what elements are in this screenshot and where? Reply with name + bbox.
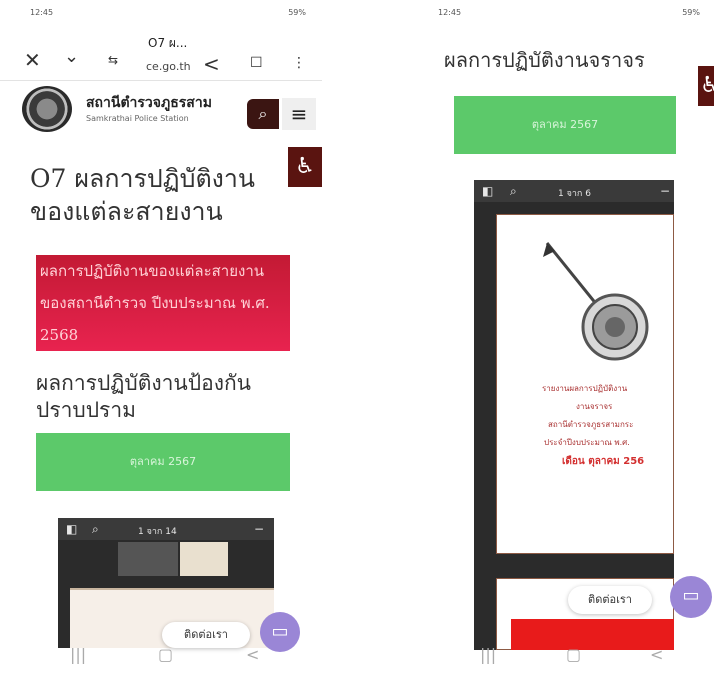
pdf-toolbar: ◧ ⌕ 1 จาก 14 −	[58, 518, 274, 540]
chevron-down-icon[interactable]: ⌄	[64, 48, 79, 66]
page-title: O7 ผลการปฏิบัติงานของแต่ละสายงาน	[30, 164, 256, 226]
home-icon[interactable]: ▢	[158, 645, 173, 664]
close-icon[interactable]: ✕	[24, 50, 41, 70]
wheelchair-icon: ♿	[295, 154, 315, 179]
chat-button[interactable]: ▭	[670, 576, 712, 618]
pdf-viewer[interactable]: ◧ ⌕ 1 จาก 6 −	[474, 180, 674, 650]
recents-icon[interactable]: |||	[480, 645, 496, 664]
right-phone-screen: 12:45 59% ผลการปฏิบัติงานจราจร ♿ ตุลาคม …	[422, 0, 714, 675]
pdf-page-indicator[interactable]: 1 จาก 6	[558, 186, 591, 200]
section-heading: ผลการปฏิบัติงานป้องกันปราบปราม	[36, 371, 252, 422]
pdf-page-indicator[interactable]: 1 จาก 14	[138, 524, 177, 538]
toolbar-divider	[0, 80, 322, 81]
month-button[interactable]: ตุลาคม 2567	[454, 96, 676, 154]
doc-line: สถานีตำรวจภูธรสามกระ	[548, 420, 634, 429]
bookmark-icon[interactable]: ☐	[250, 56, 263, 70]
recents-icon[interactable]: |||	[70, 645, 86, 664]
back-icon[interactable]: <	[650, 645, 663, 664]
accessibility-button[interactable]: ♿	[698, 66, 714, 106]
doc-line-date: เดือน ตุลาคม 256	[562, 456, 645, 467]
chat-icon: ▭	[682, 585, 700, 606]
tabs-icon[interactable]: ⇆	[108, 54, 118, 66]
doc-line: งานจราจร	[576, 402, 613, 411]
tab-title[interactable]: O7 ผ...	[148, 34, 187, 53]
zoom-out-icon[interactable]: −	[254, 522, 264, 536]
status-time: 12:45	[438, 8, 462, 17]
android-nav-bar: ||| ▢ <	[0, 633, 322, 675]
site-subtitle: Samkrathai Police Station	[86, 114, 189, 123]
status-bar: 12:45 59%	[0, 0, 322, 22]
url-domain[interactable]: ce.go.th	[146, 60, 191, 73]
status-battery: 59%	[682, 8, 700, 17]
month-button[interactable]: ตุลาคม 2567	[36, 433, 290, 491]
back-icon[interactable]: <	[246, 645, 259, 664]
android-nav-bar: ||| ▢ <	[422, 633, 714, 675]
section-heading: ผลการปฏิบัติงานจราจร	[444, 48, 645, 72]
pdf-search-icon[interactable]: ⌕	[510, 184, 517, 199]
menu-button[interactable]: ≡	[282, 98, 316, 130]
doc-line: รายงานผลการปฏิบัติงาน	[542, 384, 628, 393]
pdf-thumbnail	[180, 542, 228, 576]
hamburger-icon: ≡	[290, 102, 308, 126]
more-icon[interactable]: ⋮	[292, 56, 306, 70]
pdf-toolbar: ◧ ⌕ 1 จาก 6 −	[474, 180, 674, 202]
zoom-out-icon[interactable]: −	[660, 184, 670, 198]
accessibility-button[interactable]: ♿	[288, 147, 322, 187]
share-icon[interactable]: <	[203, 54, 220, 74]
left-phone-screen: 12:45 59% ✕ ⌄ ⇆ < ☐ ⋮ O7 ผ... ce.go.th ส…	[0, 0, 322, 675]
pdf-thumbnail	[118, 542, 178, 576]
sidebar-icon[interactable]: ◧	[66, 522, 77, 536]
status-time: 12:45	[30, 8, 54, 17]
sidebar-icon[interactable]: ◧	[482, 184, 493, 198]
wheelchair-icon: ♿	[700, 73, 714, 98]
annual-report-banner[interactable]: ผลการปฏิบัติงานของแต่ละสายงานของสถานีตำร…	[36, 255, 290, 351]
police-emblem-image	[543, 242, 649, 361]
contact-us-button[interactable]: ติดต่อเรา	[568, 586, 652, 614]
search-icon: ⌕	[258, 104, 268, 123]
status-bar: 12:45 59%	[422, 0, 714, 22]
home-icon[interactable]: ▢	[566, 645, 581, 664]
police-seal-logo[interactable]	[22, 86, 72, 132]
site-name[interactable]: สถานีตำรวจภูธรสาม	[86, 92, 212, 114]
status-battery: 59%	[288, 8, 306, 17]
doc-line: ประจำปีงบประมาณ พ.ศ.	[544, 438, 630, 447]
pdf-search-icon[interactable]: ⌕	[92, 522, 99, 537]
search-button[interactable]: ⌕	[247, 99, 279, 129]
